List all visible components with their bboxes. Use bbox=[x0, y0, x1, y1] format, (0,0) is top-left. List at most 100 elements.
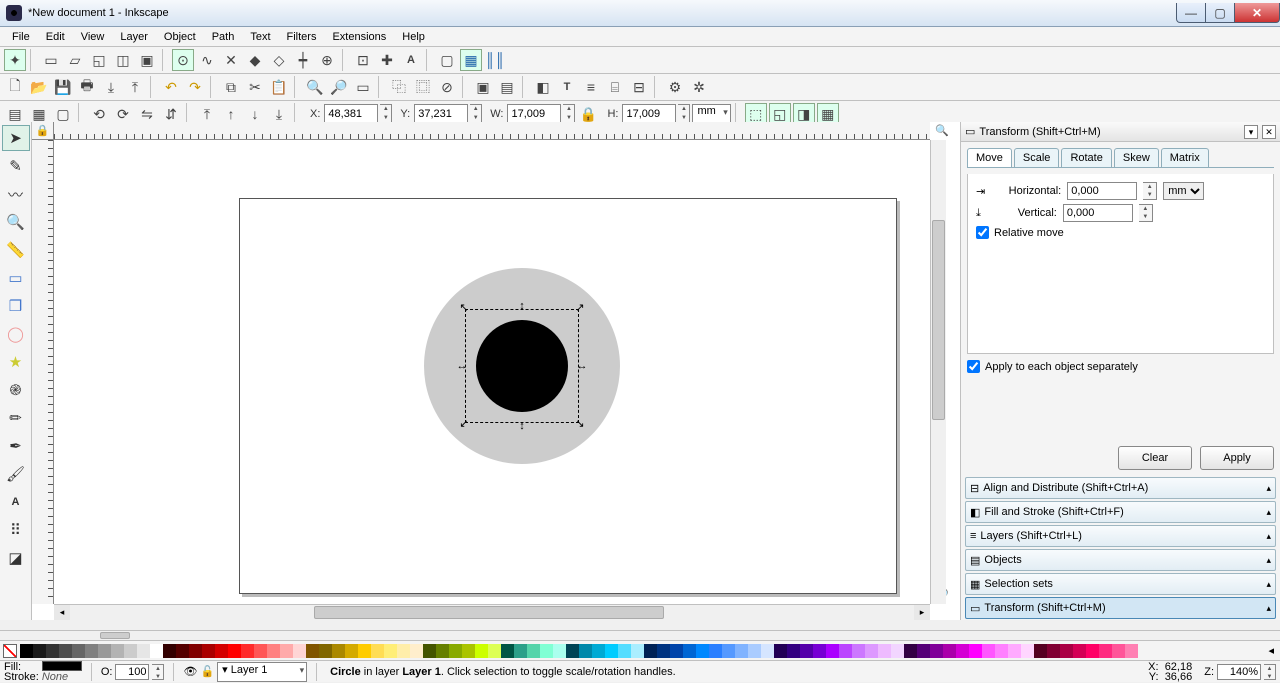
color-swatch[interactable] bbox=[813, 644, 826, 658]
group-icon[interactable]: ▣ bbox=[472, 76, 494, 98]
color-swatch[interactable] bbox=[787, 644, 800, 658]
relative-move-input[interactable] bbox=[976, 226, 989, 239]
snap-midpoint-icon[interactable]: ◫ bbox=[112, 49, 134, 71]
color-swatch[interactable] bbox=[605, 644, 618, 658]
snap-path-icon[interactable]: ∿ bbox=[196, 49, 218, 71]
color-swatch[interactable] bbox=[488, 644, 501, 658]
color-swatch[interactable] bbox=[358, 644, 371, 658]
h-input[interactable] bbox=[622, 104, 676, 124]
resize-handle-e[interactable]: ↔ bbox=[576, 360, 588, 372]
color-swatch[interactable] bbox=[72, 644, 85, 658]
document-properties-icon[interactable]: ✲ bbox=[688, 76, 710, 98]
tab-matrix[interactable]: Matrix bbox=[1161, 148, 1209, 167]
color-swatch[interactable] bbox=[59, 644, 72, 658]
unit-select[interactable]: mm bbox=[692, 104, 730, 124]
snap-bbox-icon[interactable]: ▭ bbox=[40, 49, 62, 71]
calligraphy-tool-icon[interactable]: 🖌 bbox=[2, 461, 30, 487]
menu-view[interactable]: View bbox=[73, 29, 113, 45]
ellipse-tool-icon[interactable]: ◯ bbox=[2, 321, 30, 347]
xml-editor-icon[interactable]: ⌸ bbox=[604, 76, 626, 98]
tab-move[interactable]: Move bbox=[967, 148, 1012, 167]
text-icon[interactable]: T bbox=[556, 76, 578, 98]
unlink-clone-icon[interactable]: ⊘ bbox=[436, 76, 458, 98]
menu-filters[interactable]: Filters bbox=[279, 29, 325, 45]
snap-node-icon[interactable]: ⊙ bbox=[172, 49, 194, 71]
color-swatch[interactable] bbox=[839, 644, 852, 658]
color-swatch[interactable] bbox=[163, 644, 176, 658]
zoom-drawing-icon[interactable]: 🔎 bbox=[328, 76, 350, 98]
color-swatch[interactable] bbox=[280, 644, 293, 658]
color-swatch[interactable] bbox=[735, 644, 748, 658]
maximize-button[interactable]: ▢ bbox=[1205, 3, 1235, 23]
scroll-left-icon[interactable]: ◂ bbox=[54, 605, 70, 620]
ruler-horizontal[interactable] bbox=[54, 122, 930, 140]
snap-center-icon[interactable]: ▣ bbox=[136, 49, 158, 71]
color-swatch[interactable] bbox=[1099, 644, 1112, 658]
snap-text-baseline-icon[interactable]: A bbox=[400, 49, 422, 71]
vertical-scrollbar[interactable] bbox=[930, 140, 946, 604]
snap-guide-icon[interactable]: ║║ bbox=[484, 49, 506, 71]
snap-line-mid-icon[interactable]: ┿ bbox=[292, 49, 314, 71]
color-swatch[interactable] bbox=[462, 644, 475, 658]
resize-handle-se[interactable]: ↘ bbox=[574, 418, 586, 430]
color-swatch[interactable] bbox=[826, 644, 839, 658]
vertical-input[interactable] bbox=[1063, 204, 1133, 222]
color-swatch[interactable] bbox=[1112, 644, 1125, 658]
y-input[interactable] bbox=[414, 104, 468, 124]
tweak-tool-icon[interactable]: 〰 bbox=[2, 181, 30, 207]
layers-dialog-icon[interactable]: ≡ bbox=[580, 76, 602, 98]
snap-cusp-icon[interactable]: ◆ bbox=[244, 49, 266, 71]
color-swatch[interactable] bbox=[176, 644, 189, 658]
dock-fill-stroke[interactable]: ◧Fill and Stroke (Shift+Ctrl+F)▴ bbox=[965, 501, 1276, 523]
color-swatch[interactable] bbox=[449, 644, 462, 658]
dock-align[interactable]: ⊟Align and Distribute (Shift+Ctrl+A)▴ bbox=[965, 477, 1276, 499]
color-swatch[interactable] bbox=[566, 644, 579, 658]
color-swatch[interactable] bbox=[709, 644, 722, 658]
color-swatch[interactable] bbox=[1073, 644, 1086, 658]
horizontal-scrollbar[interactable]: ◂ ▸ bbox=[54, 604, 930, 620]
color-swatch[interactable] bbox=[98, 644, 111, 658]
color-swatch[interactable] bbox=[683, 644, 696, 658]
zoom-tool-icon[interactable]: 🔍 bbox=[2, 209, 30, 235]
no-color-swatch[interactable] bbox=[3, 644, 17, 658]
color-swatch[interactable] bbox=[189, 644, 202, 658]
horizontal-input[interactable] bbox=[1067, 182, 1137, 200]
menu-file[interactable]: File bbox=[4, 29, 38, 45]
color-swatch[interactable] bbox=[345, 644, 358, 658]
menu-edit[interactable]: Edit bbox=[38, 29, 73, 45]
color-swatch[interactable] bbox=[137, 644, 150, 658]
panel-iconify-icon[interactable]: ▾ bbox=[1244, 125, 1258, 139]
scroll-right-icon[interactable]: ▸ bbox=[914, 605, 930, 620]
apply-each-input[interactable] bbox=[967, 360, 980, 373]
snap-page-border-icon[interactable]: ▢ bbox=[436, 49, 458, 71]
minimize-button[interactable]: — bbox=[1176, 3, 1206, 23]
relative-move-checkbox[interactable]: Relative move bbox=[976, 226, 1265, 239]
canvas[interactable]: ↖ ↕ ↗ ↔ ↘ ↕ ↙ ↔ bbox=[54, 140, 930, 604]
color-swatch[interactable] bbox=[85, 644, 98, 658]
color-swatch[interactable] bbox=[20, 644, 33, 658]
duplicate-icon[interactable]: ⿻ bbox=[388, 76, 410, 98]
color-swatch[interactable] bbox=[774, 644, 787, 658]
layer-select[interactable]: ▾ Layer 1 bbox=[217, 662, 307, 682]
apply-button[interactable]: Apply bbox=[1200, 446, 1274, 470]
color-swatch[interactable] bbox=[527, 644, 540, 658]
measure-tool-icon[interactable]: 📏 bbox=[2, 237, 30, 263]
color-swatch[interactable] bbox=[514, 644, 527, 658]
menu-extensions[interactable]: Extensions bbox=[324, 29, 394, 45]
panel-close-icon[interactable]: ✕ bbox=[1262, 125, 1276, 139]
paste-icon[interactable]: 📋 bbox=[268, 76, 290, 98]
zoom-spinner[interactable]: ▲▼ bbox=[1264, 664, 1276, 680]
fill-stroke-icon[interactable]: ◧ bbox=[532, 76, 554, 98]
color-swatch[interactable] bbox=[943, 644, 956, 658]
color-swatch[interactable] bbox=[1021, 644, 1034, 658]
palette-scrollbar[interactable] bbox=[0, 630, 1280, 640]
color-swatch[interactable] bbox=[995, 644, 1008, 658]
spiral-tool-icon[interactable]: ֎ bbox=[2, 377, 30, 403]
box3d-tool-icon[interactable]: ❒ bbox=[2, 293, 30, 319]
clear-button[interactable]: Clear bbox=[1118, 446, 1192, 470]
color-swatch[interactable] bbox=[579, 644, 592, 658]
save-icon[interactable]: 💾 bbox=[52, 76, 74, 98]
star-tool-icon[interactable]: ★ bbox=[2, 349, 30, 375]
color-swatch[interactable] bbox=[202, 644, 215, 658]
layer-lock-icon[interactable]: 🔓 bbox=[200, 665, 214, 678]
